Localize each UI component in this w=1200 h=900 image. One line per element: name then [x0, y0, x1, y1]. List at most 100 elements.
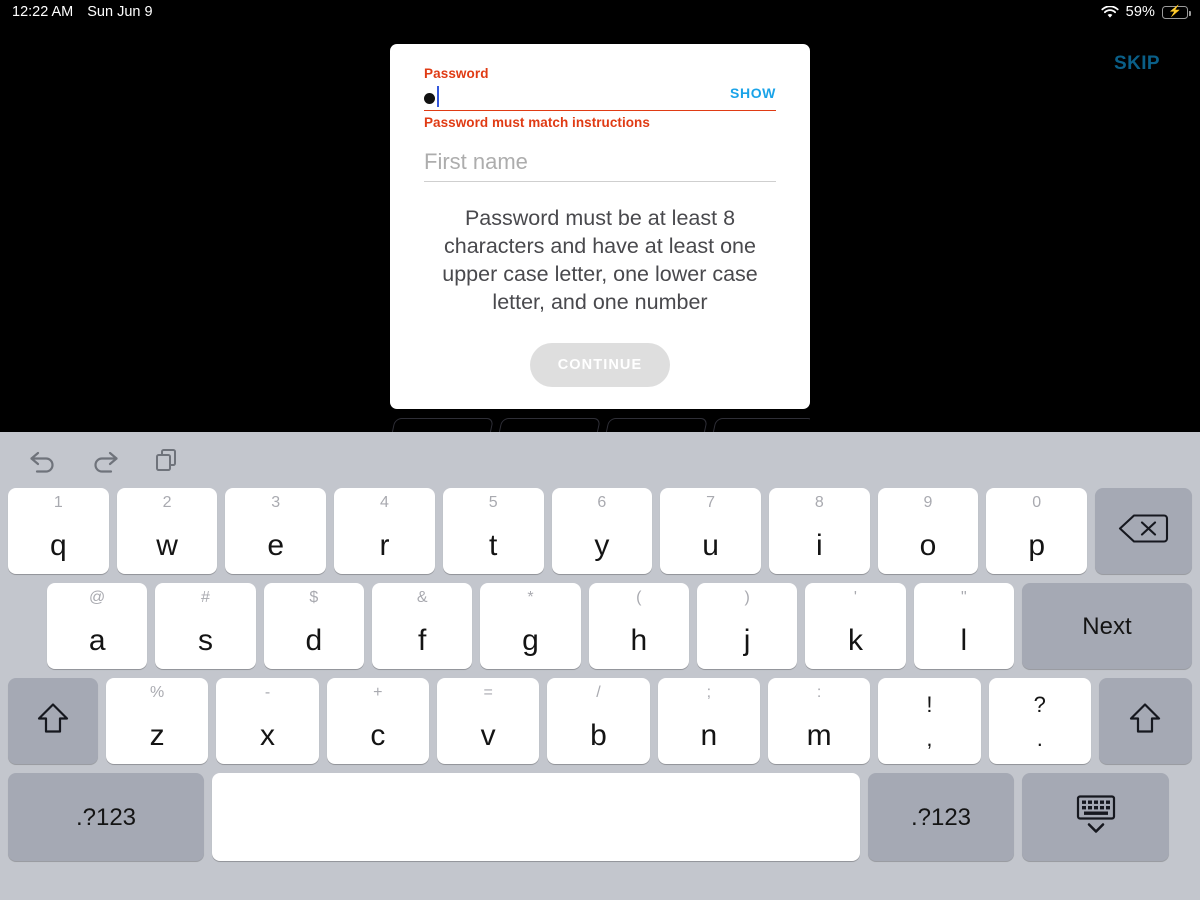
key-main-label: y: [594, 529, 610, 562]
key-sub-label: ': [853, 589, 857, 606]
key-main-label: m: [806, 719, 832, 752]
key-space[interactable]: [212, 773, 860, 861]
key-main-label: d: [305, 624, 323, 657]
key-main-label: q: [50, 529, 67, 562]
key-s[interactable]: # s: [155, 583, 256, 669]
key-p[interactable]: 0p: [986, 488, 1088, 574]
password-error-message: Password must match instructions: [424, 115, 650, 130]
password-input[interactable]: SHOW: [424, 83, 776, 111]
key-main-label: b: [590, 719, 607, 752]
key-sub-label: 9: [923, 494, 933, 511]
key-r[interactable]: 4r: [334, 488, 435, 574]
continue-button-wrap: CONTINUE: [424, 343, 776, 387]
key-w[interactable]: 2w: [116, 488, 218, 574]
redo-icon[interactable]: [88, 445, 122, 475]
key-main-label: v: [480, 719, 496, 752]
key-exclam-comma[interactable]: !,: [878, 678, 981, 764]
key-sub-label: +: [373, 684, 383, 701]
key-main-label: a: [88, 624, 106, 657]
key-main-label: x: [259, 719, 275, 752]
key-main-label: s: [197, 624, 213, 657]
keyboard-dismiss-icon: [1066, 792, 1126, 843]
key-k[interactable]: ' k: [805, 583, 906, 669]
key-bottom-label: .: [1036, 726, 1043, 751]
key-main-label: k: [847, 624, 863, 657]
key-next[interactable]: Next: [1021, 583, 1192, 669]
key-main-label: .?123: [910, 804, 972, 831]
key-f[interactable]: & f: [371, 583, 473, 669]
status-bar-left: 12:22 AM Sun Jun 9: [0, 4, 153, 20]
key-j[interactable]: ) j: [696, 583, 798, 669]
key-top-label: !: [926, 692, 933, 717]
shift-icon: [1124, 698, 1166, 745]
key-shift-left[interactable]: [8, 678, 98, 764]
key-main-label: h: [630, 624, 648, 657]
key-main-label: Next: [1082, 613, 1132, 640]
key-z[interactable]: % z: [106, 678, 209, 764]
key-sub-label: 6: [597, 494, 607, 511]
password-masked-char: [424, 92, 435, 104]
key-main-label: z: [149, 719, 165, 752]
undo-icon[interactable]: [26, 445, 60, 475]
skip-button[interactable]: SKIP: [1114, 53, 1160, 75]
key-sub-label: -: [264, 684, 271, 701]
show-password-button[interactable]: SHOW: [730, 85, 776, 101]
key-numbers-left[interactable]: .?123: [8, 773, 204, 861]
key-d[interactable]: $ d: [263, 583, 364, 669]
keyboard-row-4: .?123 .?123: [0, 773, 1200, 861]
key-a[interactable]: @ a: [47, 583, 148, 669]
keyboard-toolbar: [0, 432, 1200, 488]
key-sub-label: @: [89, 589, 106, 606]
key-x[interactable]: -x: [216, 678, 319, 764]
key-main-label: e: [267, 529, 285, 562]
key-main-label: .?123: [75, 804, 137, 831]
backspace-icon: [1117, 512, 1171, 551]
key-main-label: t: [488, 529, 498, 562]
key-y[interactable]: 6y: [551, 488, 653, 574]
key-main-label: r: [379, 529, 390, 562]
key-main-label: j: [743, 624, 751, 657]
status-bar-right: 59% ⚡: [1101, 4, 1200, 20]
key-q[interactable]: 1q: [8, 488, 109, 574]
key-main-label: n: [700, 719, 718, 752]
ipad-screen: 12:22 AM Sun Jun 9 59% ⚡ SKIP Apple TV p…: [0, 0, 1200, 900]
battery-percent: 59%: [1125, 4, 1155, 20]
key-o[interactable]: 9o: [877, 488, 979, 574]
key-sub-label: ": [960, 589, 967, 606]
shift-icon: [32, 698, 74, 745]
key-n[interactable]: ; n: [657, 678, 760, 764]
continue-button[interactable]: CONTINUE: [529, 343, 671, 387]
key-i[interactable]: 8i: [768, 488, 870, 574]
key-dismiss-keyboard[interactable]: [1022, 773, 1169, 861]
key-sub-label: ;: [706, 684, 712, 701]
key-main-label: g: [522, 624, 539, 657]
key-c[interactable]: + c: [326, 678, 429, 764]
key-sub-label: 4: [380, 494, 389, 511]
key-e[interactable]: 3e: [225, 488, 327, 574]
key-t[interactable]: 5t: [442, 488, 544, 574]
key-sub-label: 8: [814, 494, 824, 511]
key-sub-label: =: [483, 684, 493, 701]
key-sub-label: ): [744, 589, 750, 606]
key-m[interactable]: :m: [767, 678, 871, 764]
key-sub-label: :: [816, 684, 822, 701]
key-shift-right[interactable]: [1098, 678, 1192, 764]
password-instructions: Password must be at least 8 characters a…: [442, 206, 758, 314]
key-main-label: o: [919, 529, 937, 562]
key-l[interactable]: " l: [913, 583, 1014, 669]
key-h[interactable]: (h: [588, 583, 689, 669]
key-g[interactable]: * g: [480, 583, 581, 669]
key-u[interactable]: 7u: [660, 488, 761, 574]
key-b[interactable]: / b: [547, 678, 650, 764]
key-v[interactable]: = v: [436, 678, 540, 764]
key-sub-label: 5: [488, 494, 498, 511]
key-sub-label: (: [636, 589, 642, 606]
key-main-label: i: [815, 529, 823, 562]
first-name-input[interactable]: First name: [424, 142, 776, 182]
key-sub-label: %: [150, 684, 165, 701]
key-numbers-right[interactable]: .?123: [868, 773, 1014, 861]
key-sub-label: $: [309, 589, 319, 606]
key-question-period[interactable]: ?.: [988, 678, 1091, 764]
paste-icon[interactable]: [150, 445, 184, 475]
key-backspace[interactable]: [1095, 488, 1193, 574]
